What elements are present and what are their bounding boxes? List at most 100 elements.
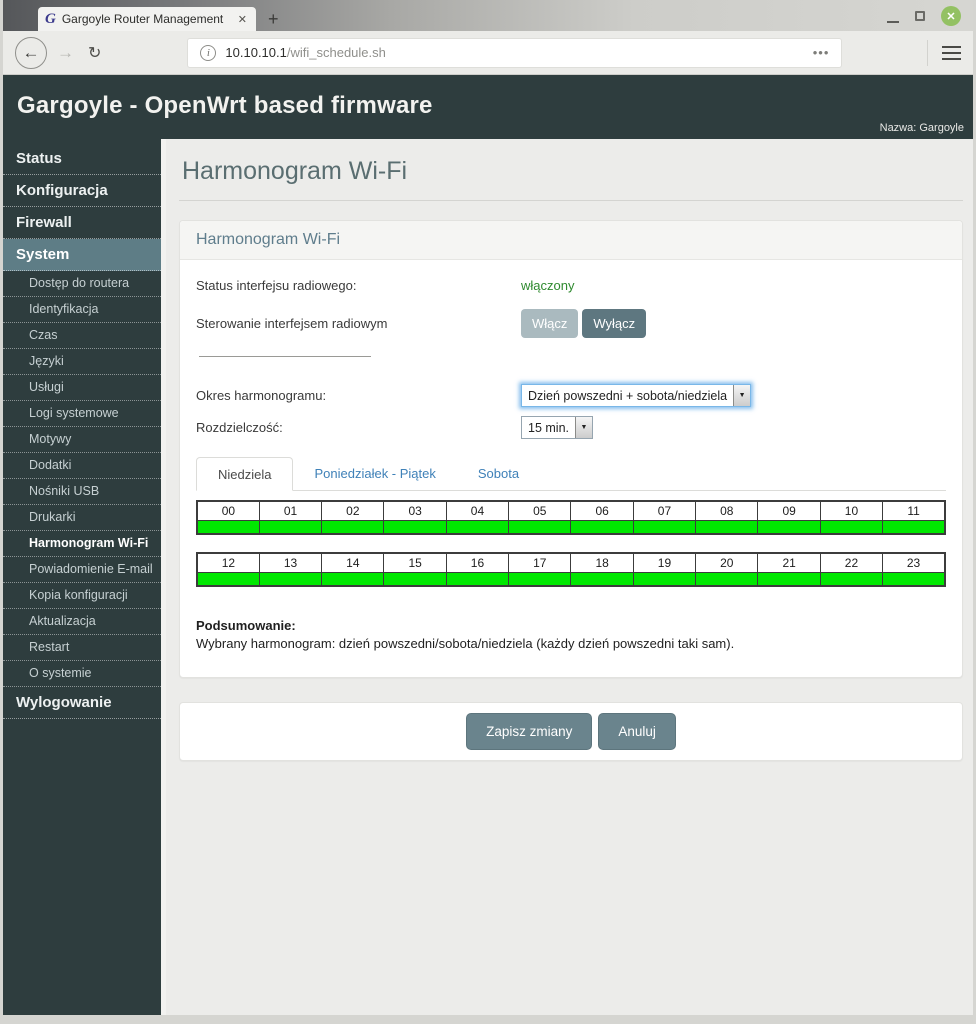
hour-header-cell[interactable]: 21: [757, 552, 821, 573]
forward-button[interactable]: →: [57, 43, 74, 63]
enable-radio-button[interactable]: Włącz: [521, 309, 579, 338]
hour-header-cell[interactable]: 12: [196, 552, 260, 573]
schedule-cell[interactable]: [632, 571, 697, 587]
window-controls: ✕: [887, 6, 961, 26]
schedule-cell[interactable]: [570, 519, 634, 535]
reload-button[interactable]: ↻: [88, 43, 101, 63]
sidebar-item-harmonogram-wi-fi[interactable]: Harmonogram Wi-Fi: [3, 531, 161, 557]
schedule-cell[interactable]: [383, 571, 447, 587]
cancel-button[interactable]: Anuluj: [598, 713, 676, 750]
schedule-cell[interactable]: [570, 571, 634, 587]
hour-header-cell[interactable]: 03: [383, 500, 447, 521]
url-text: 10.10.10.1/wifi_schedule.sh: [225, 45, 385, 60]
sidebar-item-usługi[interactable]: Usługi: [3, 375, 161, 401]
schedule-cell[interactable]: [258, 571, 323, 587]
hour-header-cell[interactable]: 22: [819, 552, 884, 573]
sidebar-item-kopia-konfiguracji[interactable]: Kopia konfiguracji: [3, 583, 161, 609]
schedule-cell[interactable]: [632, 519, 697, 535]
summary-block: Podsumowanie: Wybrany harmonogram: dzień…: [196, 617, 946, 653]
schedule-cell[interactable]: [508, 571, 572, 587]
sidebar-item-restart[interactable]: Restart: [3, 635, 161, 661]
hour-header-cell[interactable]: 13: [258, 552, 323, 573]
browser-tab[interactable]: G Gargoyle Router Management ✕: [38, 7, 256, 31]
sidebar-item-dostęp-do-routera[interactable]: Dostęp do routera: [3, 271, 161, 297]
tab-poniedziałek-piątek[interactable]: Poniedziałek - Piątek: [293, 457, 456, 491]
schedule-cell[interactable]: [383, 519, 447, 535]
schedule-cell[interactable]: [508, 519, 572, 535]
schedule-cell[interactable]: [695, 519, 759, 535]
schedule-cell[interactable]: [258, 519, 323, 535]
schedule-period-label: Okres harmonogramu:: [196, 388, 327, 403]
close-button[interactable]: ✕: [941, 6, 961, 26]
menu-button[interactable]: [942, 45, 961, 60]
sidebar-item-drukarki[interactable]: Drukarki: [3, 505, 161, 531]
tab-niedziela[interactable]: Niedziela: [196, 457, 294, 491]
schedule-cell[interactable]: [882, 571, 946, 587]
sidebar-item-o-systemie[interactable]: O systemie: [3, 661, 161, 687]
schedule-cell[interactable]: [196, 519, 260, 535]
schedule-cell[interactable]: [757, 571, 821, 587]
schedule-cell[interactable]: [445, 571, 510, 587]
disable-radio-button[interactable]: Wyłącz: [582, 309, 647, 338]
schedule-cell[interactable]: [321, 571, 385, 587]
hour-header-cell[interactable]: 14: [321, 552, 385, 573]
page-actions-icon[interactable]: •••: [813, 45, 830, 60]
hour-header-cell[interactable]: 08: [695, 500, 759, 521]
sidebar-item-nośniki-usb[interactable]: Nośniki USB: [3, 479, 161, 505]
hour-header-cell[interactable]: 11: [882, 500, 946, 521]
minimize-button[interactable]: [887, 9, 899, 23]
sidebar-item-motywy[interactable]: Motywy: [3, 427, 161, 453]
hour-header-cell[interactable]: 19: [632, 552, 697, 573]
hour-header-cell[interactable]: 17: [508, 552, 572, 573]
hour-header-cell[interactable]: 04: [445, 500, 510, 521]
tab-sobota[interactable]: Sobota: [457, 457, 540, 491]
sidebar-item-konfiguracja[interactable]: Konfiguracja: [3, 175, 161, 207]
site-info-icon[interactable]: i: [200, 44, 217, 61]
hour-header-cell[interactable]: 23: [882, 552, 946, 573]
hour-header-cell[interactable]: 09: [757, 500, 821, 521]
sidebar-item-status[interactable]: Status: [3, 143, 161, 175]
back-button[interactable]: ←: [15, 36, 47, 69]
schedule-cell[interactable]: [757, 519, 821, 535]
sidebar-item-powiadomienie-e-mail[interactable]: Powiadomienie E-mail: [3, 557, 161, 583]
schedule-cell[interactable]: [196, 571, 260, 587]
browser-window: G Gargoyle Router Management ✕ + ✕ ← → ↻…: [3, 0, 973, 1015]
schedule-cell[interactable]: [445, 519, 510, 535]
schedule-cell[interactable]: [819, 519, 884, 535]
hour-header-cell[interactable]: 16: [445, 552, 510, 573]
hour-header-cell[interactable]: 01: [258, 500, 323, 521]
url-bar[interactable]: i 10.10.10.1/wifi_schedule.sh •••: [187, 37, 843, 68]
schedule-cell[interactable]: [321, 519, 385, 535]
sidebar-item-języki[interactable]: Języki: [3, 349, 161, 375]
schedule-grid: 00 01 02 03 04 05 06 07 08 09 10 11 12 13 14 15 16 17 18 19…: [196, 500, 946, 587]
restore-button[interactable]: [915, 11, 925, 21]
hour-header-cell[interactable]: 06: [570, 500, 634, 521]
new-tab-button[interactable]: +: [268, 8, 279, 30]
sidebar-item-system[interactable]: System: [3, 239, 161, 271]
hour-header-cell[interactable]: 02: [321, 500, 385, 521]
sidebar-item-dodatki[interactable]: Dodatki: [3, 453, 161, 479]
schedule-cell[interactable]: [695, 571, 759, 587]
schedule-period-select[interactable]: Dzień powszedni + sobota/niedziela ▼: [521, 384, 752, 407]
hour-header-cell[interactable]: 10: [819, 500, 884, 521]
tab-close-icon[interactable]: ✕: [236, 13, 249, 26]
resolution-select[interactable]: 15 min. ▼: [521, 416, 593, 439]
hour-header-cell[interactable]: 18: [570, 552, 634, 573]
save-button[interactable]: Zapisz zmiany: [466, 713, 593, 750]
hour-header-cell[interactable]: 20: [695, 552, 759, 573]
hour-header-cell[interactable]: 15: [383, 552, 447, 573]
schedule-cell[interactable]: [882, 519, 946, 535]
hour-header-cell[interactable]: 07: [632, 500, 697, 521]
sidebar-item-logi-systemowe[interactable]: Logi systemowe: [3, 401, 161, 427]
schedule-cell[interactable]: [819, 571, 884, 587]
hour-header-cell[interactable]: 00: [196, 500, 260, 521]
hour-header-cell[interactable]: 05: [508, 500, 572, 521]
radio-status-row: Status interfejsu radiowego: włączony: [196, 278, 946, 293]
sidebar-item-czas[interactable]: Czas: [3, 323, 161, 349]
sidebar-item-aktualizacja[interactable]: Aktualizacja: [3, 609, 161, 635]
radio-status-label: Status interfejsu radiowego:: [196, 278, 357, 293]
sidebar-item-wylogowanie[interactable]: Wylogowanie: [3, 687, 161, 719]
resolution-row: Rozdzielczość: 15 min. ▼: [196, 416, 946, 439]
sidebar-item-identyfikacja[interactable]: Identyfikacja: [3, 297, 161, 323]
sidebar-item-firewall[interactable]: Firewall: [3, 207, 161, 239]
